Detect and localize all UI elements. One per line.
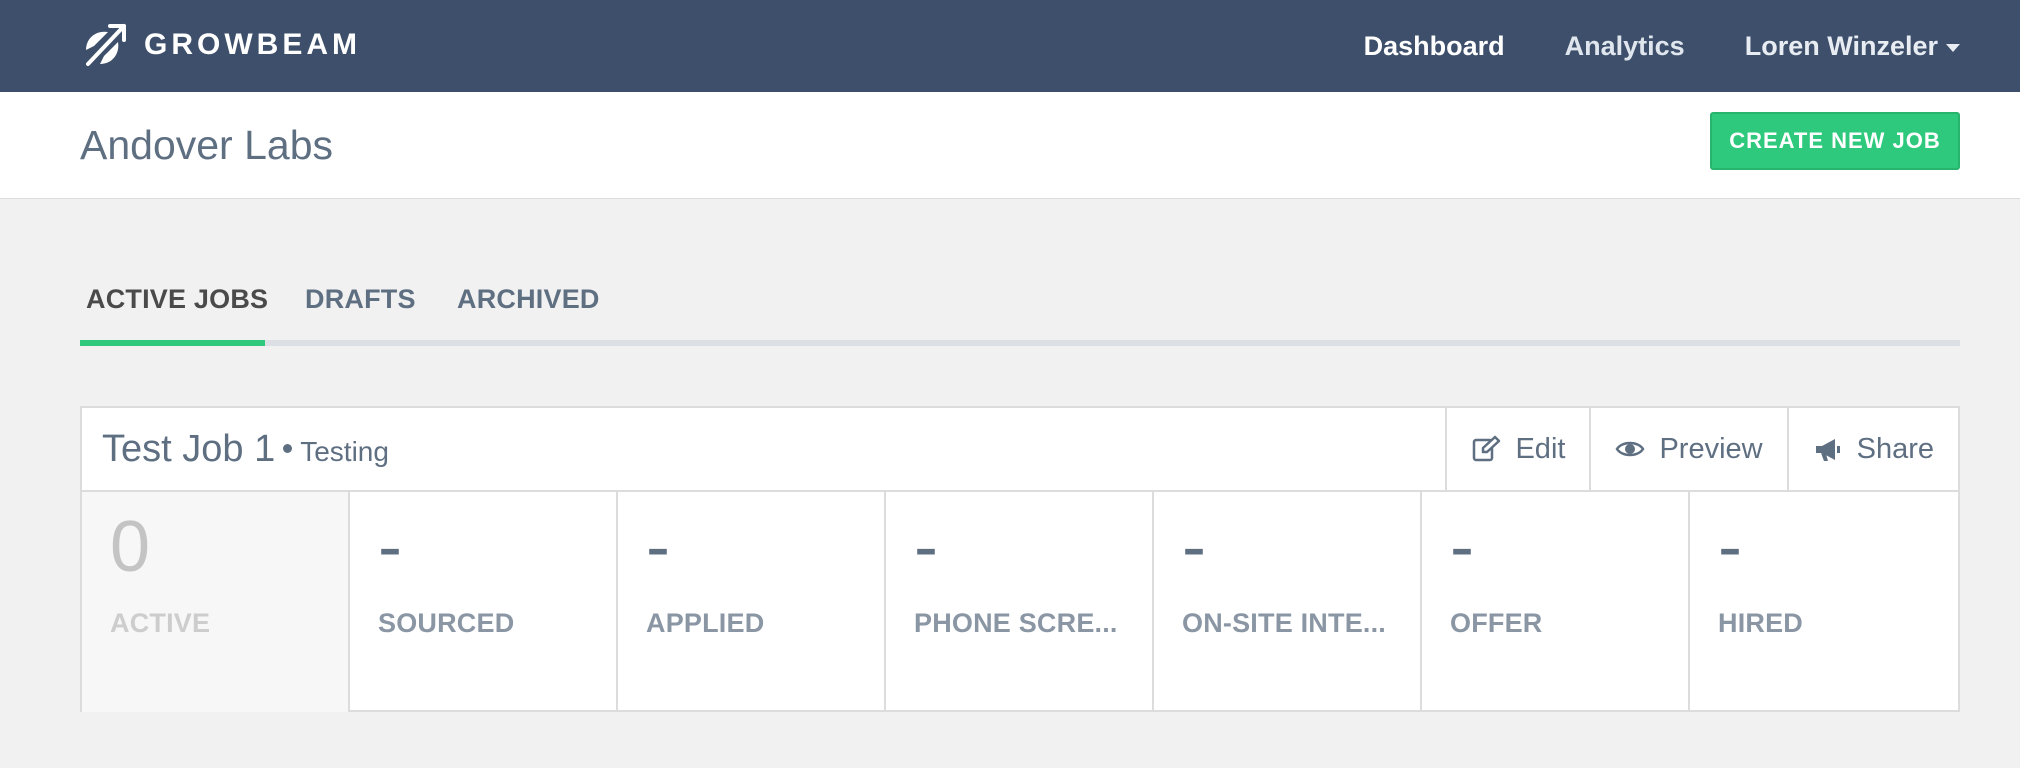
stat-active[interactable]: 0 ACTIVE — [82, 492, 350, 712]
job-card: Test Job 1 Testing Edit Preview Share 0 … — [80, 406, 1960, 712]
job-card-header: Test Job 1 Testing Edit Preview Share — [82, 408, 1958, 492]
edit-button[interactable]: Edit — [1445, 408, 1589, 490]
stat-label: HIRED — [1718, 608, 1804, 638]
edit-icon — [1473, 435, 1501, 462]
growbeam-logo-icon — [86, 24, 126, 66]
edit-label: Edit — [1515, 432, 1566, 465]
stat-label: SOURCED — [378, 608, 515, 638]
preview-label: Preview — [1659, 432, 1763, 465]
nav-links: Dashboard Analytics Loren Winzeler — [1364, 0, 1960, 92]
brand-name: GROWBEAM — [144, 28, 361, 61]
nav-dashboard-link[interactable]: Dashboard — [1364, 31, 1505, 62]
stat-value: - — [1182, 507, 1206, 587]
stat-label: OFFER — [1450, 608, 1543, 638]
caret-down-icon — [1946, 44, 1960, 52]
page-title: Andover Labs — [80, 122, 334, 168]
stat-offer[interactable]: - OFFER — [1422, 492, 1690, 712]
stat-value: - — [1450, 507, 1474, 587]
create-new-job-button[interactable]: CREATE NEW JOB — [1710, 112, 1960, 170]
separator-dot — [283, 444, 293, 454]
stat-label: APPLIED — [646, 608, 765, 638]
stat-sourced[interactable]: - SOURCED — [350, 492, 618, 712]
active-tab-indicator — [80, 340, 265, 346]
job-actions: Edit Preview Share — [1445, 408, 1958, 492]
tab-archived[interactable]: ARCHIVED — [457, 284, 600, 315]
megaphone-icon — [1815, 439, 1840, 461]
stat-applied[interactable]: - APPLIED — [618, 492, 886, 712]
stat-value: - — [646, 507, 670, 587]
stat-value: - — [1718, 507, 1742, 587]
job-subtitle: Testing — [300, 436, 389, 467]
user-name: Loren Winzeler — [1744, 30, 1938, 61]
stat-phone-screen[interactable]: - PHONE SCRE... — [886, 492, 1154, 712]
tab-drafts[interactable]: DRAFTS — [305, 284, 416, 315]
share-label: Share — [1856, 432, 1934, 465]
stat-value: - — [378, 507, 402, 587]
stat-label: PHONE SCRE... — [914, 608, 1118, 638]
eye-icon — [1615, 441, 1645, 457]
page-header: Andover Labs CREATE NEW JOB — [0, 92, 2020, 199]
stat-label: ON-SITE INTE... — [1182, 608, 1387, 638]
user-menu[interactable]: Loren Winzeler — [1745, 31, 1960, 62]
stat-on-site-interview[interactable]: - ON-SITE INTE... — [1154, 492, 1422, 712]
pipeline-stats: 0 ACTIVE - SOURCED - APPLIED - PHONE SCR… — [82, 492, 1958, 712]
job-tabs: ACTIVE JOBS DRAFTS ARCHIVED — [80, 280, 1960, 346]
stat-label: ACTIVE — [110, 608, 211, 638]
stat-value: - — [914, 507, 938, 587]
stat-hired[interactable]: - HIRED — [1690, 492, 1958, 712]
top-nav: GROWBEAM Dashboard Analytics Loren Winze… — [0, 0, 2020, 92]
job-title: Test Job 1 — [102, 428, 276, 470]
nav-analytics-link[interactable]: Analytics — [1565, 31, 1685, 62]
brand[interactable]: GROWBEAM — [80, 18, 361, 72]
stat-value: 0 — [110, 507, 151, 587]
job-title-row[interactable]: Test Job 1 Testing — [102, 428, 389, 471]
tab-active-jobs[interactable]: ACTIVE JOBS — [86, 284, 268, 315]
share-button[interactable]: Share — [1786, 408, 1958, 490]
preview-button[interactable]: Preview — [1589, 408, 1786, 490]
